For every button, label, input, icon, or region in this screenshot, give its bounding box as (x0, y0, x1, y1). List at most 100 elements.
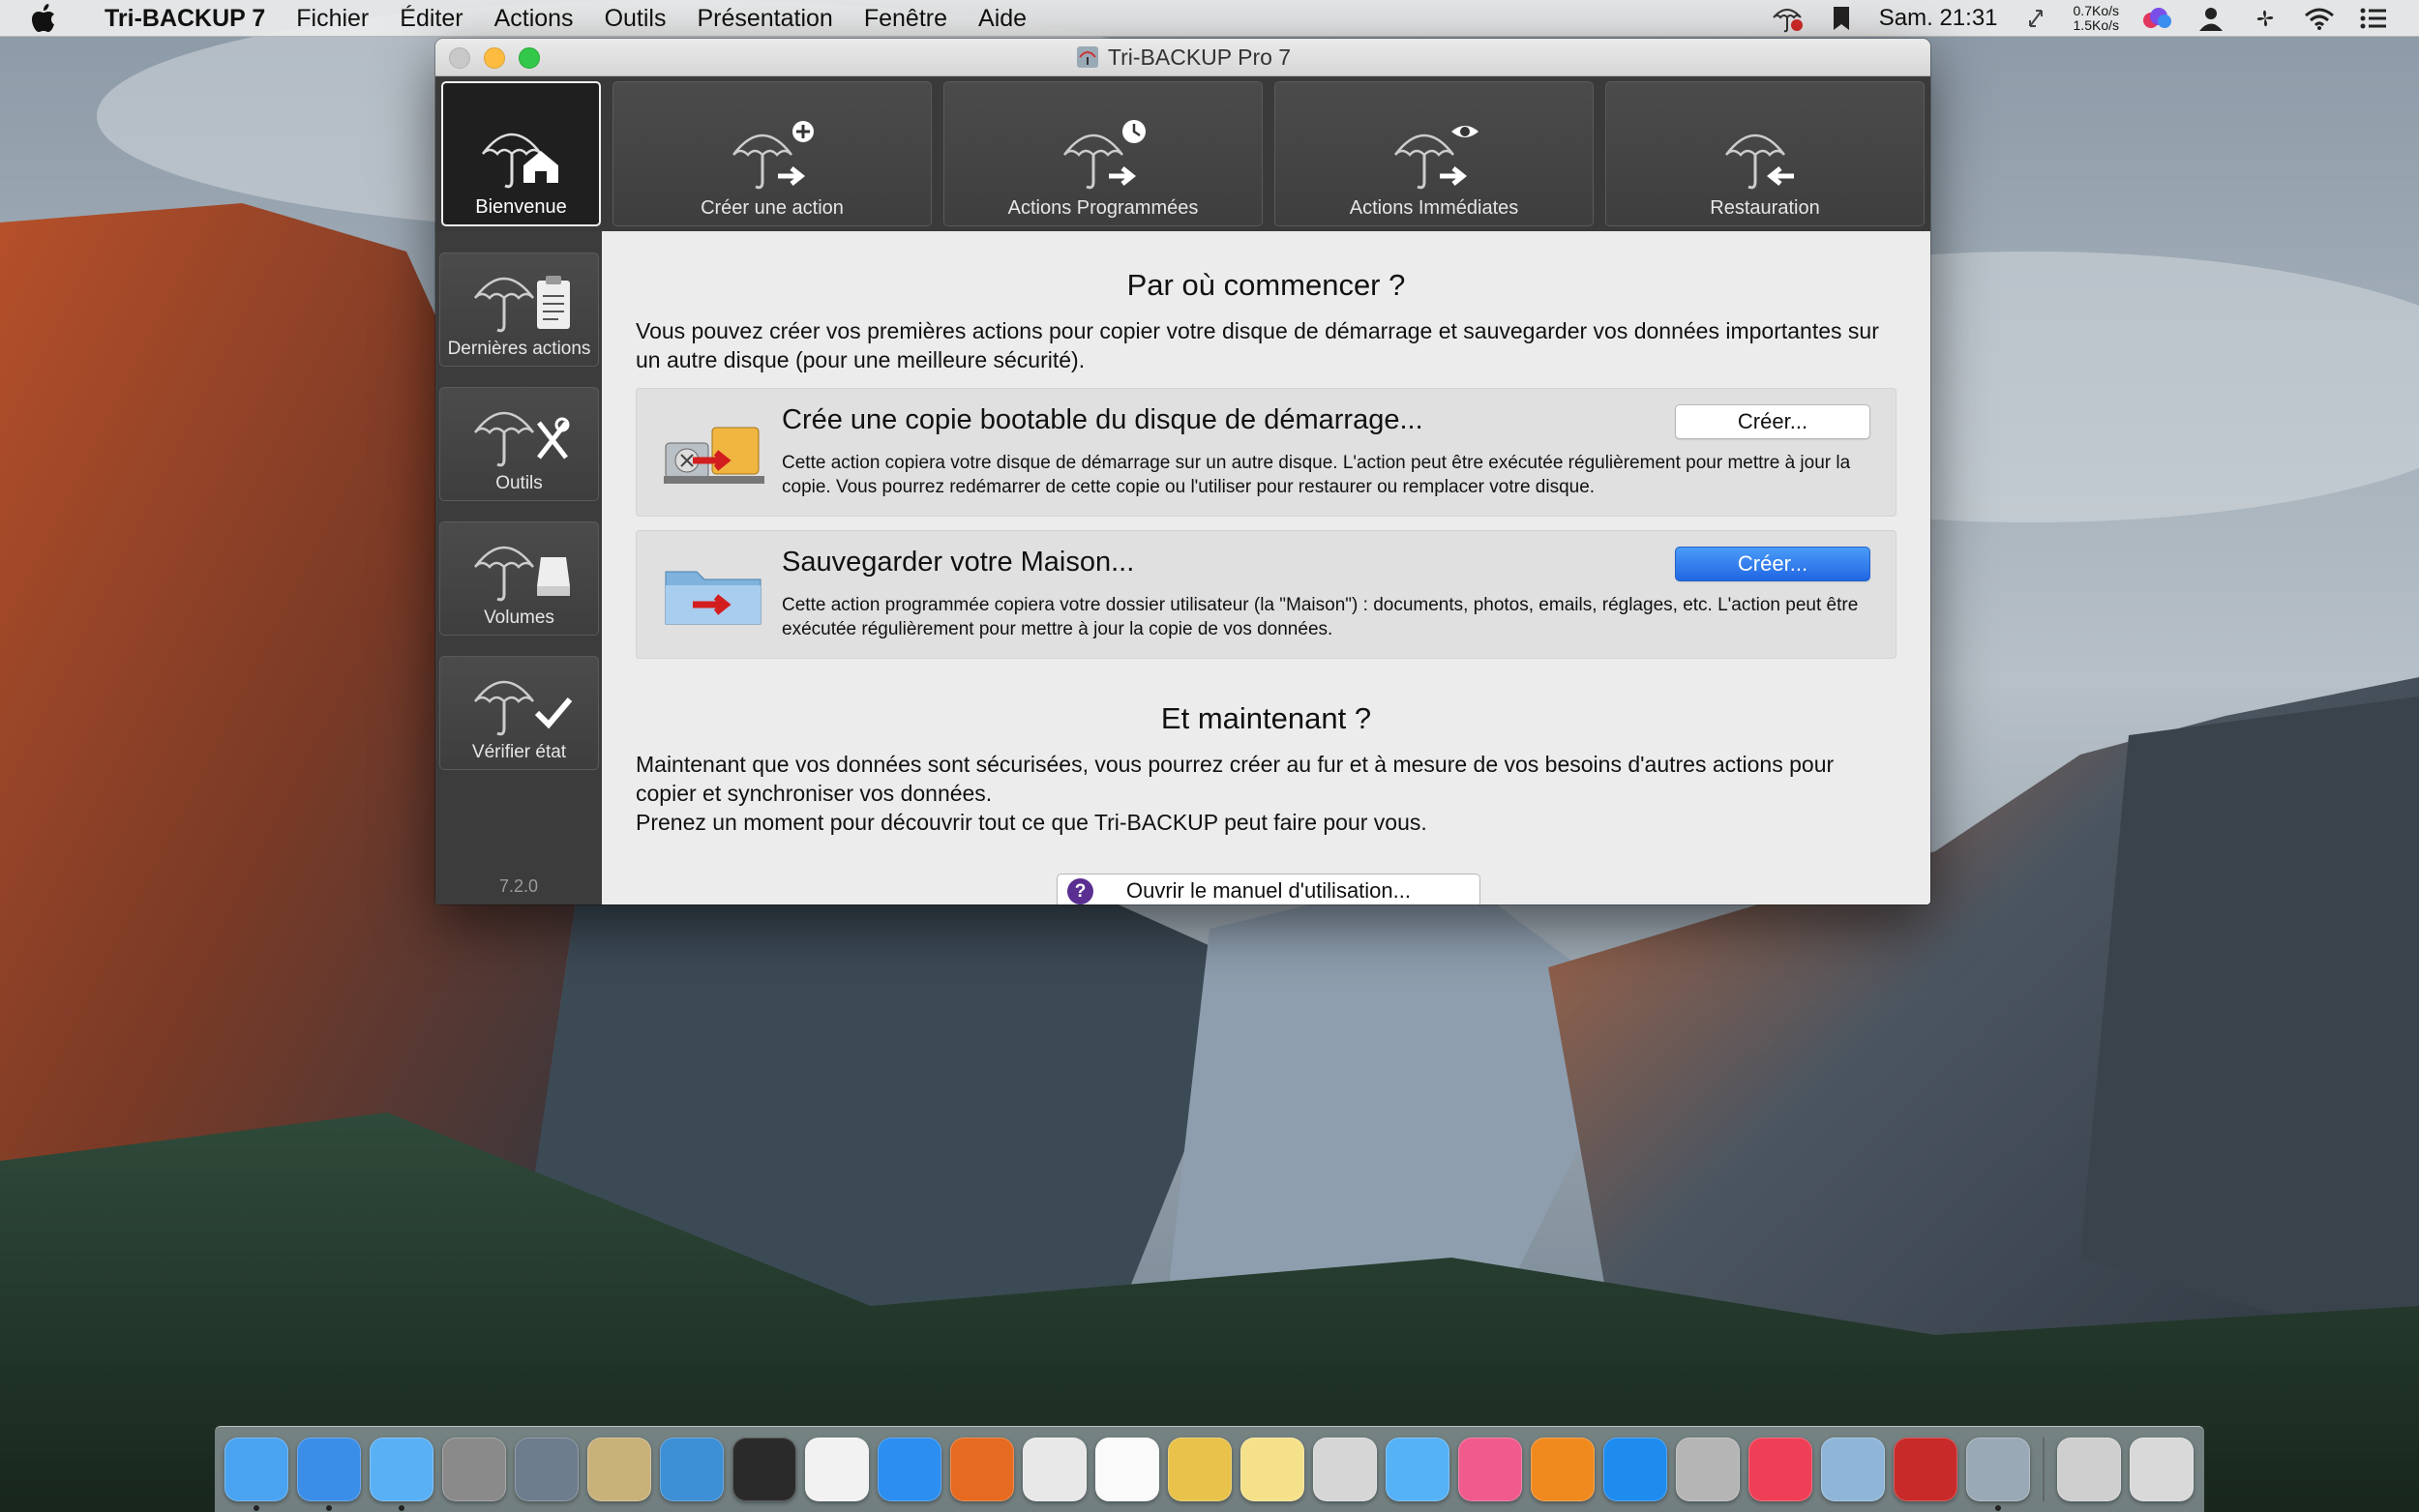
home-folder-copy-icon (665, 571, 762, 625)
create-home-backup-button[interactable]: Créer... (1675, 547, 1870, 581)
menu-aide[interactable]: Aide (963, 0, 1042, 37)
pocket-icon[interactable] (1748, 1438, 1812, 1501)
open-manual-label: Ouvrir le manuel d'utilisation... (1126, 878, 1411, 903)
toolbar-creer-action[interactable]: Créer une action (612, 81, 932, 226)
sidebar-item-dernieres-actions[interactable]: Dernières actions (439, 252, 599, 367)
preview-icon[interactable] (1313, 1438, 1377, 1501)
menu-editer[interactable]: Éditer (384, 0, 478, 37)
image-capture-icon[interactable] (1821, 1438, 1885, 1501)
bookmark-status-icon[interactable] (1825, 4, 1858, 33)
resize-arrows-icon[interactable] (2019, 4, 2052, 33)
network-speed[interactable]: 0.7Ko/s 1.5Ko/s (2073, 2, 2119, 33)
sidebar: Dernières actions Outils Volumes Vérifie… (435, 231, 602, 904)
system-preferences-icon[interactable] (442, 1438, 506, 1501)
downloads-stack-icon[interactable] (2057, 1438, 2121, 1501)
minimize-window-button[interactable] (484, 47, 505, 69)
sidebar-item-outils[interactable]: Outils (439, 387, 599, 501)
notification-center-icon[interactable] (2357, 4, 2390, 33)
window-title: Tri-BACKUP Pro 7 (1075, 44, 1291, 71)
creative-cloud-icon[interactable] (2140, 4, 2173, 33)
app-version: 7.2.0 (498, 876, 539, 896)
bookmark-app-icon[interactable] (297, 1438, 361, 1511)
umbrella-tools-icon (473, 411, 569, 467)
dock (215, 1426, 2204, 1512)
menu-actions[interactable]: Actions (479, 0, 589, 37)
notes-icon[interactable] (1240, 1438, 1304, 1501)
toolbar-bienvenue[interactable]: Bienvenue (441, 81, 601, 226)
close-window-button[interactable] (449, 47, 470, 69)
sidebar-item-outils-label: Outils (495, 473, 543, 493)
umbrella-check-icon (473, 680, 572, 736)
mail-stamp-icon[interactable] (587, 1438, 651, 1501)
ibooks-icon[interactable] (1531, 1438, 1595, 1501)
bootable-disk-copy-icon (664, 427, 764, 484)
menu-fichier[interactable]: Fichier (281, 0, 384, 37)
help-icon: ? (1067, 878, 1093, 904)
window-titlebar[interactable]: Tri-BACKUP Pro 7 (435, 39, 1930, 76)
umbrella-volume-icon (473, 546, 570, 602)
heading-start: Par où commencer ? (1126, 268, 1406, 302)
umbrella-home-icon (481, 133, 558, 189)
net-down-speed: 1.5Ko/s (2073, 16, 2119, 33)
open-manual-button[interactable]: ? Ouvrir le manuel d'utilisation... (1057, 874, 1480, 904)
pro-app-icon[interactable] (1894, 1438, 1957, 1501)
wifi-icon[interactable] (2303, 4, 2336, 33)
net-up-speed: 0.7Ko/s (2073, 2, 2119, 18)
main-toolbar: Bienvenue Créer une action Actions Progr… (435, 76, 1930, 231)
tri-backup-status-icon[interactable] (1771, 4, 1804, 33)
scripting-icon[interactable] (1676, 1438, 1740, 1501)
toolbar-actions-programmees-label: Actions Programmées (1007, 197, 1199, 219)
sidebar-item-volumes[interactable]: Volumes (439, 521, 599, 636)
umbrella-restore-icon (1725, 133, 1794, 190)
user-account-icon[interactable] (2195, 4, 2227, 33)
toolbar-restauration-label: Restauration (1710, 197, 1820, 219)
tri-backup-icon[interactable] (1966, 1438, 2030, 1511)
zoom-window-button[interactable] (519, 47, 540, 69)
umbrella-eye-icon (1394, 126, 1478, 190)
sidebar-item-verifier-etat[interactable]: Vérifier état (439, 656, 599, 770)
bootable-copy-description: Cette action copiera votre disque de dém… (782, 453, 1851, 497)
chrome-icon[interactable] (1023, 1438, 1087, 1501)
finder-icon[interactable] (224, 1438, 288, 1511)
dock-separator (2043, 1438, 2045, 1501)
toolbar-bienvenue-label: Bienvenue (475, 196, 567, 218)
messages-icon[interactable] (1386, 1438, 1449, 1501)
intro-text: Vous pouvez créer vos premières actions … (636, 318, 1879, 372)
toolbar-restauration[interactable]: Restauration (1605, 81, 1925, 226)
itunes-icon[interactable] (1458, 1438, 1522, 1501)
create-bootable-copy-button[interactable]: Créer... (1675, 404, 1870, 439)
menu-fenetre[interactable]: Fenêtre (849, 0, 963, 37)
toolbar-actions-immediates[interactable]: Actions Immédiates (1274, 81, 1594, 226)
menu-clock[interactable]: Sam. 21:31 (1879, 5, 1998, 32)
fan-icon[interactable] (2249, 4, 2282, 33)
app-store-icon[interactable] (1603, 1438, 1667, 1501)
tweetbot-icon[interactable] (370, 1438, 433, 1511)
toolbar-actions-programmees[interactable]: Actions Programmées (943, 81, 1263, 226)
camera-icon[interactable] (732, 1438, 796, 1501)
ia-writer-icon[interactable] (1095, 1438, 1159, 1501)
flask-app-icon[interactable] (1168, 1438, 1232, 1501)
umbrella-plus-icon (732, 121, 814, 190)
outro-text-1: Maintenant que vos données sont sécurisé… (636, 752, 1835, 806)
photos-icon[interactable] (805, 1438, 869, 1501)
heading-next: Et maintenant ? (1160, 701, 1372, 735)
launchpad-icon[interactable] (515, 1438, 579, 1501)
umbrella-clock-icon (1063, 120, 1146, 190)
toolbar-creer-action-label: Créer une action (701, 197, 844, 219)
bootable-copy-card: Crée une copie bootable du disque de dém… (636, 388, 1896, 517)
menu-app-name[interactable]: Tri-BACKUP 7 (89, 0, 281, 37)
menu-presentation[interactable]: Présentation (681, 0, 848, 37)
menu-outils[interactable]: Outils (589, 0, 682, 37)
sidebar-item-volumes-label: Volumes (484, 608, 554, 628)
trash-icon[interactable] (2130, 1438, 2194, 1501)
safari-icon[interactable] (878, 1438, 941, 1501)
apple-menu-icon[interactable] (31, 3, 66, 33)
home-backup-card: Sauvegarder votre Maison... Créer... Cet… (636, 530, 1896, 659)
menu-bar: Tri-BACKUP 7 Fichier Éditer Actions Outi… (0, 0, 2419, 37)
home-backup-title: Sauvegarder votre Maison... (782, 547, 1135, 578)
1password-icon[interactable] (660, 1438, 724, 1501)
sidebar-item-verifier-etat-label: Vérifier état (471, 742, 567, 762)
toolbar-actions-immediates-label: Actions Immédiates (1349, 197, 1519, 219)
firefox-icon[interactable] (950, 1438, 1014, 1501)
welcome-content: Par où commencer ? Vous pouvez créer vos… (602, 231, 1930, 904)
